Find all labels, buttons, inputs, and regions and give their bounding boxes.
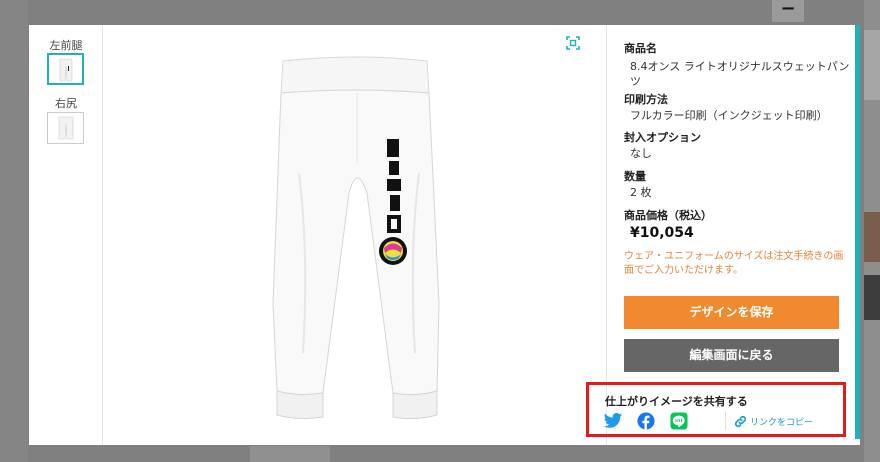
preview-area bbox=[103, 25, 607, 445]
quantity-label: 数量 bbox=[624, 170, 646, 183]
quantity-value: 2 枚 bbox=[630, 186, 652, 199]
thumbnail-right-back[interactable] bbox=[47, 112, 84, 144]
thumbnail-column: 左前腿 右尻 bbox=[29, 25, 103, 445]
product-name-label: 商品名 bbox=[624, 42, 657, 55]
background-right-block bbox=[864, 30, 880, 100]
print-method-label: 印刷方法 bbox=[624, 93, 668, 106]
thumb-label-right-back: 右尻 bbox=[55, 97, 77, 110]
packing-option-value: なし bbox=[630, 147, 652, 160]
back-to-editor-button[interactable]: 編集画面に戻る bbox=[624, 339, 839, 372]
print-method-value: フルカラー印刷（インクジェット印刷） bbox=[630, 109, 828, 122]
link-icon bbox=[734, 415, 747, 427]
background-left-stripe bbox=[0, 0, 28, 462]
price-value: ¥10,054 bbox=[630, 225, 694, 241]
expand-icon[interactable] bbox=[565, 35, 581, 51]
facebook-icon[interactable] bbox=[636, 412, 656, 430]
share-title: 仕上がりイメージを共有する bbox=[605, 395, 748, 408]
line-icon[interactable] bbox=[669, 412, 689, 430]
share-section: 仕上がりイメージを共有する リンクをコピー bbox=[586, 382, 846, 437]
packing-option-label: 封入オプション bbox=[624, 131, 701, 144]
background-collapse-button[interactable]: − bbox=[772, 0, 804, 22]
thumbnail-left-front[interactable] bbox=[47, 53, 84, 85]
copy-link-label: リンクをコピー bbox=[750, 417, 814, 428]
background-right-block bbox=[864, 275, 880, 320]
background-right-block bbox=[864, 212, 880, 262]
background-bottom-strip bbox=[250, 446, 330, 462]
mini-pants-image bbox=[59, 58, 72, 82]
share-divider bbox=[725, 412, 726, 430]
product-name-value: 8.4オンス ライトオリジナルスウェットパンツ bbox=[630, 60, 850, 88]
preview-modal: 左前腿 右尻 商品名 8.4オンス ライトオリジナルスウェットパンツ 印刷方法 … bbox=[29, 25, 860, 445]
copy-link-button[interactable]: リンクをコピー bbox=[734, 412, 813, 430]
save-design-button[interactable]: デザインを保存 bbox=[624, 296, 839, 329]
mini-pants-image bbox=[58, 116, 73, 140]
product-info-panel: 商品名 8.4オンス ライトオリジナルスウェットパンツ 印刷方法 フルカラー印刷… bbox=[586, 25, 860, 445]
sweatpants-image bbox=[272, 56, 440, 420]
twitter-icon[interactable] bbox=[603, 412, 623, 430]
size-note: ウェア・ユニフォームのサイズは注文手続きの画面でご入力いただけます。 bbox=[624, 251, 844, 276]
thumb-label-left-front: 左前腿 bbox=[49, 39, 83, 52]
price-label: 商品価格（税込） bbox=[624, 209, 712, 222]
